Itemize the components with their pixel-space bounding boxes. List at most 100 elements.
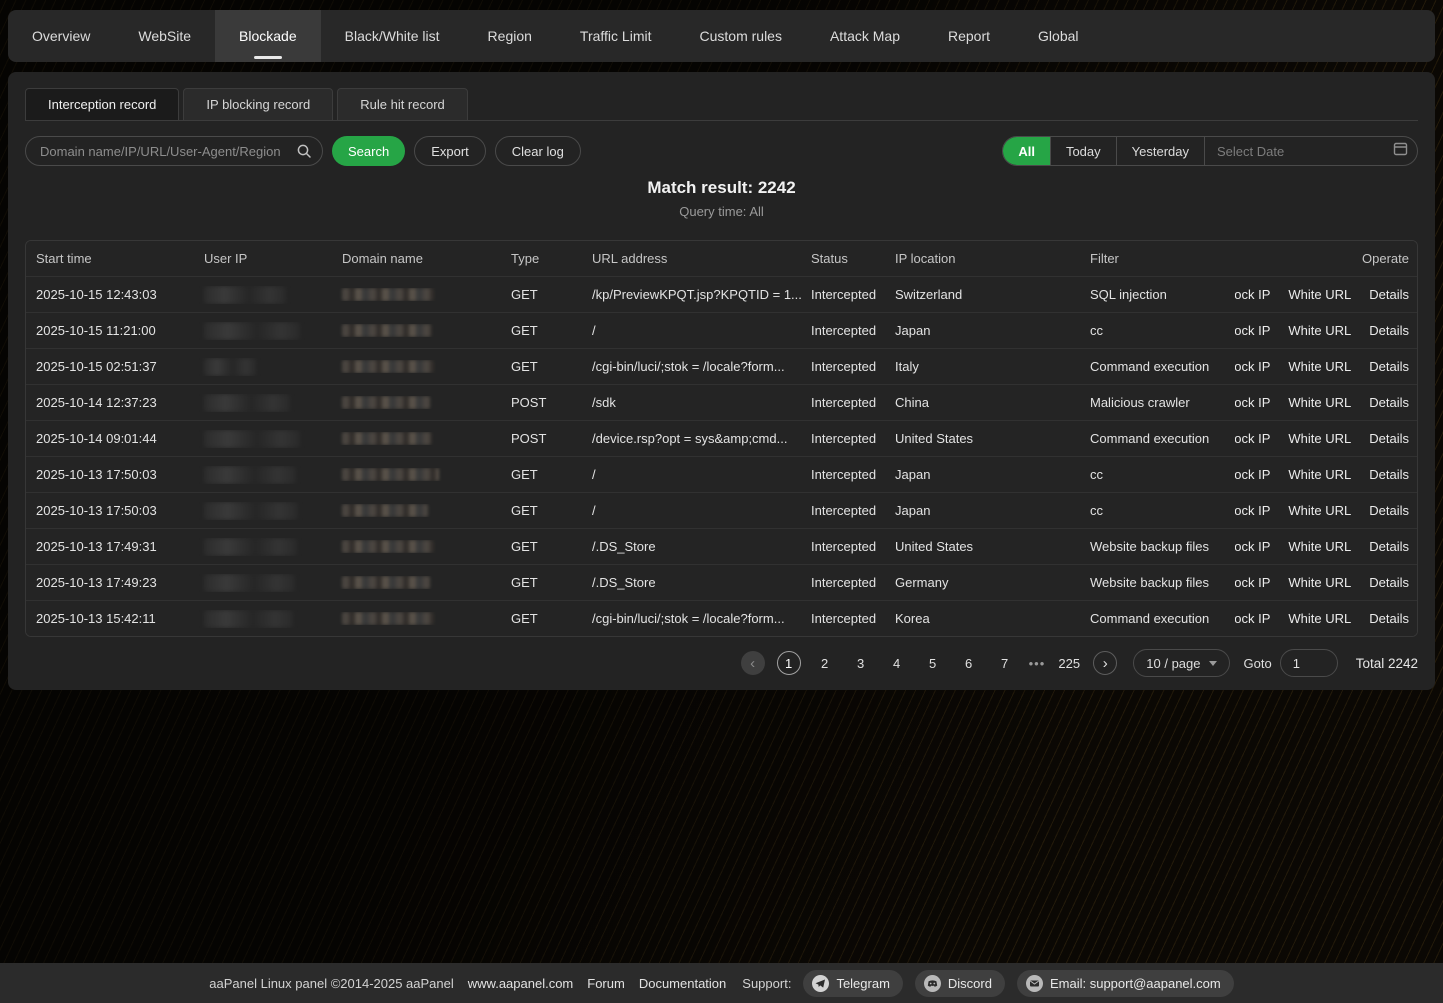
cell-user-ip [194, 466, 332, 484]
date-filter-all[interactable]: All [1003, 137, 1051, 165]
match-result-text: Match result: 2242 [25, 178, 1418, 198]
nav-item-traffic-limit[interactable]: Traffic Limit [556, 10, 676, 62]
page-size-select[interactable]: 10 / page [1133, 649, 1229, 677]
cell-url: /kp/PreviewKPQT.jsp?KPQTID = 1... [582, 287, 801, 302]
action-white-url[interactable]: White URL [1288, 503, 1351, 518]
action-block-ip[interactable]: Block IP [1235, 395, 1270, 410]
nav-item-region[interactable]: Region [464, 10, 556, 62]
nav-item-global[interactable]: Global [1014, 10, 1102, 62]
action-white-url[interactable]: White URL [1288, 575, 1351, 590]
cell-url: /.DS_Store [582, 539, 801, 554]
action-white-url[interactable]: White URL [1288, 323, 1351, 338]
footer-link-forum[interactable]: Forum [587, 976, 625, 991]
cell-status: Intercepted [801, 359, 885, 374]
footer-badge-discord[interactable]: Discord [915, 970, 1005, 997]
page-ellipsis[interactable]: ••• [1029, 656, 1046, 671]
cell-operate: Block IP White URL Details [1235, 539, 1417, 554]
footer-badge-telegram[interactable]: Telegram [803, 970, 902, 997]
badge-label: Telegram [836, 976, 889, 991]
goto-page-input[interactable] [1280, 649, 1338, 677]
select-date-input[interactable] [1217, 144, 1393, 159]
export-button[interactable]: Export [414, 136, 486, 166]
domain-name-blurred [342, 504, 428, 517]
action-white-url[interactable]: White URL [1288, 611, 1351, 626]
discord-icon [924, 975, 941, 992]
tab-rule-hit-record[interactable]: Rule hit record [337, 88, 468, 121]
date-filter-yesterday[interactable]: Yesterday [1117, 137, 1205, 165]
cell-type: GET [501, 539, 582, 554]
action-block-ip[interactable]: Block IP [1235, 359, 1270, 374]
action-block-ip[interactable]: Block IP [1235, 503, 1270, 518]
cell-type: GET [501, 611, 582, 626]
action-white-url[interactable]: White URL [1288, 395, 1351, 410]
action-block-ip[interactable]: Block IP [1235, 467, 1270, 482]
action-details[interactable]: Details [1369, 467, 1409, 482]
action-details[interactable]: Details [1369, 575, 1409, 590]
cell-operate: Block IP White URL Details [1235, 395, 1417, 410]
footer-website-link[interactable]: www.aapanel.com [468, 976, 574, 991]
page-number-5[interactable]: 5 [921, 651, 945, 675]
cell-filter: Command execution [1080, 359, 1235, 374]
footer-badge-email[interactable]: Email: support@aapanel.com [1017, 970, 1234, 997]
action-block-ip[interactable]: Block IP [1235, 575, 1270, 590]
nav-item-website[interactable]: WebSite [114, 10, 215, 62]
cell-operate: Block IP White URL Details [1235, 323, 1417, 338]
tab-interception-record[interactable]: Interception record [25, 88, 179, 121]
page-number-6[interactable]: 6 [957, 651, 981, 675]
footer-support-label: Support: [742, 976, 791, 991]
nav-item-overview[interactable]: Overview [8, 10, 114, 62]
action-white-url[interactable]: White URL [1288, 467, 1351, 482]
action-white-url[interactable]: White URL [1288, 287, 1351, 302]
page-number-2[interactable]: 2 [813, 651, 837, 675]
action-details[interactable]: Details [1369, 611, 1409, 626]
tab-ip-blocking-record[interactable]: IP blocking record [183, 88, 333, 121]
user-ip-blurred [204, 466, 296, 484]
table-row: 2025-10-13 17:50:03GET/InterceptedJapanc… [26, 456, 1417, 492]
prev-page-button[interactable]: ‹ [741, 651, 765, 675]
action-details[interactable]: Details [1369, 395, 1409, 410]
action-block-ip[interactable]: Block IP [1235, 431, 1270, 446]
page-number-225[interactable]: 225 [1057, 651, 1081, 675]
next-page-button[interactable]: › [1093, 651, 1117, 675]
action-details[interactable]: Details [1369, 431, 1409, 446]
goto-label: Goto [1244, 656, 1272, 671]
action-white-url[interactable]: White URL [1288, 359, 1351, 374]
page-number-1[interactable]: 1 [777, 651, 801, 675]
nav-item-custom-rules[interactable]: Custom rules [676, 10, 806, 62]
search-icon[interactable] [296, 143, 312, 159]
date-filter-today[interactable]: Today [1051, 137, 1117, 165]
action-details[interactable]: Details [1369, 503, 1409, 518]
table-row: 2025-10-13 17:49:23GET/.DS_StoreIntercep… [26, 564, 1417, 600]
cell-filter: Command execution [1080, 431, 1235, 446]
nav-item-black-white-list[interactable]: Black/White list [321, 10, 464, 62]
top-navigation: OverviewWebSiteBlockadeBlack/White listR… [8, 10, 1435, 62]
nav-item-report[interactable]: Report [924, 10, 1014, 62]
action-details[interactable]: Details [1369, 323, 1409, 338]
cell-operate: Block IP White URL Details [1235, 359, 1417, 374]
action-details[interactable]: Details [1369, 539, 1409, 554]
action-block-ip[interactable]: Block IP [1235, 611, 1270, 626]
cell-ip-location: Germany [885, 575, 1080, 590]
action-white-url[interactable]: White URL [1288, 431, 1351, 446]
search-button[interactable]: Search [332, 136, 405, 166]
action-white-url[interactable]: White URL [1288, 539, 1351, 554]
nav-item-blockade[interactable]: Blockade [215, 10, 321, 62]
table-row: 2025-10-13 17:50:03GET/InterceptedJapanc… [26, 492, 1417, 528]
cell-operate: Block IP White URL Details [1235, 467, 1417, 482]
cell-url: /.DS_Store [582, 575, 801, 590]
action-details[interactable]: Details [1369, 287, 1409, 302]
page-number-4[interactable]: 4 [885, 651, 909, 675]
page-number-3[interactable]: 3 [849, 651, 873, 675]
nav-item-attack-map[interactable]: Attack Map [806, 10, 924, 62]
cell-start-time: 2025-10-15 12:43:03 [26, 287, 194, 302]
action-details[interactable]: Details [1369, 359, 1409, 374]
chevron-down-icon [1209, 661, 1217, 666]
footer-link-documentation[interactable]: Documentation [639, 976, 726, 991]
page-number-7[interactable]: 7 [993, 651, 1017, 675]
search-input-wrap [25, 136, 323, 166]
search-input[interactable] [40, 144, 296, 159]
clear-log-button[interactable]: Clear log [495, 136, 581, 166]
action-block-ip[interactable]: Block IP [1235, 323, 1270, 338]
action-block-ip[interactable]: Block IP [1235, 539, 1270, 554]
action-block-ip[interactable]: Block IP [1235, 287, 1270, 302]
